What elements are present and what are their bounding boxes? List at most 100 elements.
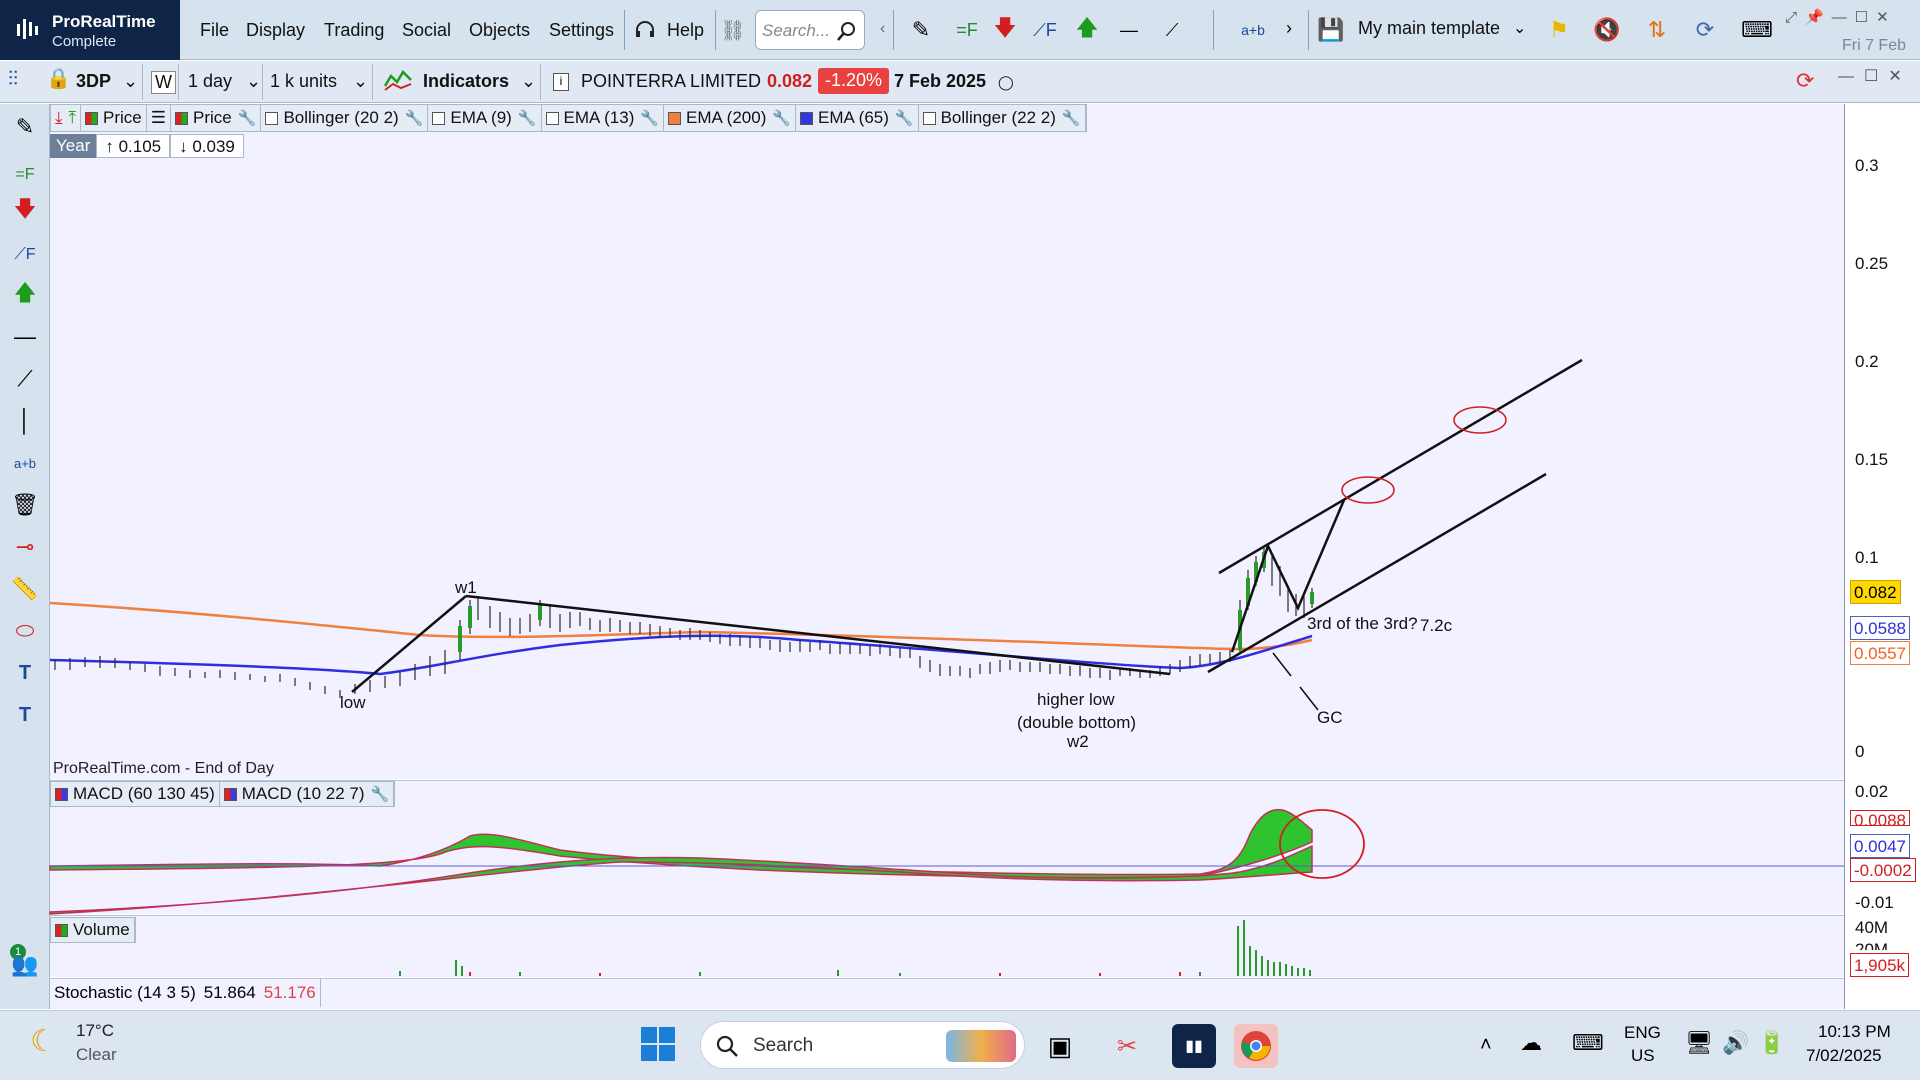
swatch	[800, 111, 814, 125]
stochastic-k-value: 51.864	[203, 983, 256, 1002]
price-tick: 0	[1855, 742, 1865, 761]
gc-pointer-line-2	[1299, 686, 1319, 711]
channel-upper	[1218, 358, 1583, 575]
region[interactable]: US	[1631, 1046, 1655, 1066]
macd-10-22-7[interactable]: MACD (10 22 7) 🔧	[220, 782, 395, 806]
price-swatch	[85, 111, 99, 125]
macd-60-130-45[interactable]: MACD (60 130 45)	[51, 782, 220, 806]
weather-condition[interactable]: Clear	[76, 1045, 117, 1065]
chart-drawings	[49, 358, 1844, 976]
volume-indicator[interactable]: Volume	[51, 918, 135, 942]
network-icon[interactable]: 🖥	[1685, 1030, 1713, 1056]
task-view-icon[interactable]: ▣	[1038, 1024, 1082, 1068]
indicator-label: EMA (9)	[450, 108, 512, 127]
swatch	[922, 111, 936, 125]
wrench-icon[interactable]: 🔧	[238, 109, 257, 127]
swatch	[55, 923, 68, 937]
stochastic-label: Stochastic (14 3 5)	[54, 983, 196, 1002]
price-tick: 0.2	[1855, 352, 1879, 371]
snipping-tool-icon[interactable]: ✂	[1105, 1024, 1149, 1068]
annotation-low: low	[340, 693, 366, 712]
wrench-icon[interactable]: 🔧	[518, 109, 537, 127]
indicator-label: MACD (10 22 7)	[241, 784, 365, 803]
clock-time[interactable]: 10:13 PM	[1818, 1022, 1891, 1042]
swatch	[265, 111, 279, 125]
volume-legend: Volume	[50, 917, 136, 943]
indicator-label: EMA (200)	[686, 108, 767, 127]
price-swatch	[175, 111, 189, 125]
language[interactable]: ENG	[1624, 1023, 1661, 1043]
annotation-w2: w2	[1067, 732, 1089, 751]
swatch	[545, 111, 559, 125]
indicator-ema-200[interactable]: EMA (200) 🔧	[664, 105, 797, 131]
keyboard-tray-icon[interactable]: ⌨	[1572, 1030, 1604, 1056]
data-source-label: ProRealTime.com - End of Day	[53, 760, 274, 777]
indicator-label: MACD (60 130 45)	[73, 784, 215, 803]
clock-date[interactable]: 7/02/2025	[1806, 1046, 1882, 1066]
windows-start-icon[interactable]	[641, 1027, 675, 1061]
wrench-icon[interactable]: 🔧	[1062, 109, 1081, 127]
macd-tick: 0.02	[1855, 782, 1889, 801]
weather-moon-icon[interactable]: ☾	[30, 1024, 57, 1059]
search-icon	[716, 1035, 738, 1057]
indicator-label: Price	[103, 108, 142, 127]
indicator-bollinger-22[interactable]: Bollinger (22 2) 🔧	[919, 105, 1086, 131]
indicator-label: Bollinger (22 2)	[940, 108, 1056, 127]
indicator-label: EMA (13)	[563, 108, 635, 127]
indicator-label: Price	[193, 108, 232, 127]
volume-tick: 20M	[1855, 940, 1889, 950]
year-range-box: Year ↑ 0.105 ↓ 0.039	[50, 134, 244, 158]
annotation-third-wave: 3rd of the 3rd?	[1307, 614, 1418, 633]
annotation-target: 7.2c	[1420, 616, 1453, 635]
chrome-app-icon[interactable]	[1234, 1024, 1278, 1068]
price-tick: 0.3	[1855, 156, 1879, 175]
macd-slow-area	[49, 844, 1313, 915]
wrench-icon[interactable]: 🔧	[371, 785, 390, 803]
swatch	[223, 787, 237, 801]
annotation-double-bottom: (double bottom)	[1017, 713, 1137, 732]
year-high: ↑ 0.105	[96, 134, 171, 158]
swatch	[55, 787, 68, 801]
volume-tag: 1,905k	[1850, 953, 1910, 977]
indicator-tools[interactable]: ⤓ ⤒	[51, 105, 82, 131]
tray-chevron-icon[interactable]: ˄	[1480, 1034, 1492, 1057]
annotation-gc: GC	[1317, 708, 1343, 727]
battery-icon[interactable]: 🔋	[1758, 1030, 1785, 1056]
price-tick: 0.25	[1855, 254, 1889, 273]
wrench-icon[interactable]: 🔧	[772, 109, 791, 127]
annotation-higher-low: higher low	[1037, 690, 1115, 709]
ema-200-line	[49, 601, 1313, 651]
weather-temp[interactable]: 17°C	[76, 1021, 114, 1041]
indicator-ema-13[interactable]: EMA (13) 🔧	[542, 105, 665, 131]
indicator-list[interactable]: ☰	[147, 105, 172, 131]
onedrive-icon[interactable]: ☁	[1520, 1030, 1542, 1056]
taskbar-search-label: Search	[753, 1035, 814, 1056]
macd-legend: MACD (60 130 45) MACD (10 22 7) 🔧	[50, 781, 396, 807]
ema200-tag: 0.0557	[1850, 641, 1910, 665]
macd-tag-2: 0.0047	[1850, 834, 1910, 858]
indicator-ema-9[interactable]: EMA (9) 🔧	[428, 105, 542, 131]
indicator-bollinger-20[interactable]: Bollinger (20 2) 🔧	[261, 105, 429, 131]
wrench-icon[interactable]: 🔧	[405, 109, 424, 127]
wrench-icon[interactable]: 🔧	[640, 109, 659, 127]
price-candles	[54, 548, 1313, 698]
price-tick: 0.1	[1855, 548, 1879, 567]
indicator-ema-65[interactable]: EMA (65) 🔧	[796, 105, 919, 131]
taskbar-search[interactable]: Search	[700, 1021, 1025, 1069]
stochastic-legend[interactable]: Stochastic (14 3 5) 51.864 51.176	[50, 979, 321, 1007]
indicator-label: Volume	[73, 920, 130, 939]
search-highlight-image	[946, 1030, 1016, 1062]
indicator-price-2[interactable]: Price 🔧	[171, 105, 262, 131]
volume-icon[interactable]: 🔊	[1722, 1030, 1749, 1056]
macd-fast-area	[49, 808, 1313, 879]
wave-line-low-w1	[351, 595, 467, 693]
stochastic-d-value: 51.176	[263, 983, 316, 1002]
last-price-tag: 0.082	[1850, 580, 1901, 604]
indicator-price-1[interactable]: Price	[81, 105, 147, 131]
prorealtime-app-icon[interactable]: ▮▮	[1172, 1024, 1216, 1068]
year-label: Year	[50, 134, 97, 158]
target-ellipse-1	[1341, 476, 1395, 504]
swatch	[432, 111, 446, 125]
wrench-icon[interactable]: 🔧	[895, 109, 914, 127]
macd-tag-3: -0.0002	[1850, 858, 1916, 882]
